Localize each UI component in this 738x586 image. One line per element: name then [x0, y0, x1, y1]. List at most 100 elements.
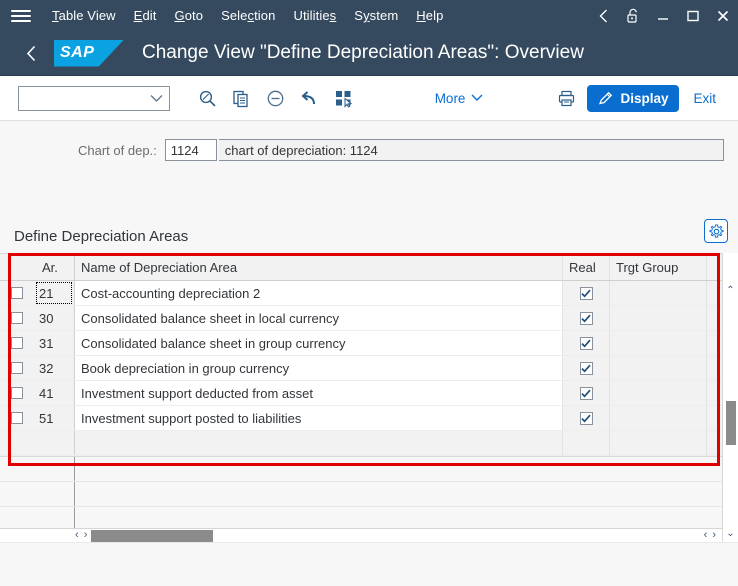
gear-icon[interactable]	[704, 219, 728, 243]
column-header-real[interactable]: Real	[562, 254, 609, 280]
cell-name[interactable]: Consolidated balance sheet in local curr…	[74, 306, 562, 330]
cell-ar[interactable]: 51	[34, 406, 74, 430]
cell-real-checkbox[interactable]	[562, 356, 609, 380]
cell-pad	[706, 381, 722, 405]
cell-name[interactable]: Investment support deducted from asset	[74, 381, 562, 405]
checkbox-unchecked-icon	[10, 412, 23, 424]
printer-icon[interactable]	[549, 83, 583, 113]
cell-name[interactable]: Consolidated balance sheet in group curr…	[74, 331, 562, 355]
undo-icon[interactable]	[292, 83, 326, 113]
cell-ar[interactable]	[34, 431, 74, 455]
table-row[interactable]: 31 Consolidated balance sheet in group cu…	[0, 331, 722, 356]
unlock-icon[interactable]	[618, 1, 648, 31]
cell-trgt-group[interactable]	[609, 431, 706, 455]
column-header-trgt-group[interactable]: Trgt Group	[609, 254, 706, 280]
vertical-scroll-thumb[interactable]	[726, 401, 736, 445]
menu-item-goto[interactable]: Goto	[165, 4, 212, 27]
cell-name[interactable]: Cost-accounting depreciation 2	[74, 281, 562, 305]
cell-name[interactable]: Investment support posted to liabilities	[74, 406, 562, 430]
table-row[interactable]: 51 Investment support posted to liabiliti…	[0, 406, 722, 431]
cell-pad	[706, 431, 722, 455]
cell-trgt-group[interactable]	[609, 331, 706, 355]
cell-ar[interactable]: 21	[34, 281, 74, 305]
exit-button[interactable]: Exit	[685, 87, 724, 110]
menu-item-utilities[interactable]: Utilities	[284, 4, 345, 27]
select-layout-icon[interactable]	[326, 83, 360, 113]
table-row[interactable]: 30 Consolidated balance sheet in local cu…	[0, 306, 722, 331]
cell-ar[interactable]: 41	[34, 381, 74, 405]
horizontal-scrollbar[interactable]: ‹ › ‹ ›	[0, 528, 722, 542]
checkbox-checked-icon	[579, 361, 593, 375]
column-header-ar[interactable]: Ar.	[34, 254, 74, 280]
command-field[interactable]	[18, 85, 170, 111]
cell-ar[interactable]: 32	[34, 356, 74, 380]
row-select-checkbox[interactable]	[0, 406, 34, 430]
column-header-pad	[706, 254, 722, 280]
close-button[interactable]	[708, 1, 738, 31]
menu-item-table-view[interactable]: Table View	[43, 4, 125, 27]
row-select-checkbox[interactable]	[0, 431, 34, 455]
column-header-name[interactable]: Name of Depreciation Area	[74, 254, 562, 280]
table-row[interactable]: 21 Cost-accounting depreciation 2	[0, 281, 722, 306]
row-select-checkbox[interactable]	[0, 381, 34, 405]
cell-real-checkbox[interactable]	[562, 406, 609, 430]
scroll-left-arrows[interactable]: ‹ ›	[72, 530, 91, 541]
copy-icon[interactable]	[224, 83, 258, 113]
checkbox-checked-icon	[579, 311, 593, 325]
cell-real-checkbox[interactable]	[562, 431, 609, 455]
sap-logo-text: SAP	[60, 44, 95, 61]
maximize-button[interactable]	[678, 1, 708, 31]
cell-real-checkbox[interactable]	[562, 381, 609, 405]
cell-pad	[706, 356, 722, 380]
cell-real-checkbox[interactable]	[562, 306, 609, 330]
section-title: Define Depreciation Areas	[14, 228, 189, 245]
scroll-down-arrow[interactable]: ⌄	[723, 526, 738, 540]
cell-trgt-group[interactable]	[609, 381, 706, 405]
cell-name[interactable]: Book depreciation in group currency	[74, 356, 562, 380]
menu-item-system[interactable]: System	[345, 4, 407, 27]
checkbox-unchecked-icon	[10, 362, 23, 374]
display-button[interactable]: Display	[587, 84, 680, 112]
delete-icon[interactable]	[258, 83, 292, 113]
table-row[interactable]: 41 Investment support deducted from asset	[0, 381, 722, 406]
cell-name[interactable]	[74, 431, 562, 455]
row-select-checkbox[interactable]	[0, 331, 34, 355]
more-menu-button[interactable]: More	[429, 87, 490, 110]
scroll-right-arrows[interactable]: ‹ ›	[701, 530, 720, 541]
row-select-checkbox[interactable]	[0, 281, 34, 305]
minimize-button[interactable]	[648, 1, 678, 31]
back-button[interactable]	[18, 40, 44, 66]
table-row[interactable]: 32 Book depreciation in group currency	[0, 356, 722, 381]
page-title: Change View "Define Depreciation Areas":…	[142, 42, 584, 63]
cell-trgt-group[interactable]	[609, 306, 706, 330]
cell-real-checkbox[interactable]	[562, 281, 609, 305]
table-header-row: Ar. Name of Depreciation Area Real Trgt …	[0, 254, 722, 281]
menu-item-edit[interactable]: Edit	[125, 4, 166, 27]
menu-bar: Table View Edit Goto Selection Utilities…	[0, 0, 738, 31]
table-empty-row[interactable]	[0, 431, 722, 456]
horizontal-scroll-track[interactable]	[91, 529, 700, 543]
menu-item-selection[interactable]: Selection	[212, 4, 284, 27]
menu-item-help[interactable]: Help	[407, 4, 452, 27]
table-body: 21 Cost-accounting depreciation 2 30 Consol…	[0, 281, 722, 456]
scroll-up-arrow[interactable]: ⌃	[723, 283, 738, 297]
menu-icon[interactable]	[9, 7, 33, 25]
horizontal-scroll-thumb[interactable]	[91, 529, 214, 542]
cell-trgt-group[interactable]	[609, 356, 706, 380]
cell-trgt-group[interactable]	[609, 406, 706, 430]
footer-strip	[0, 542, 738, 586]
chart-of-depreciation-input[interactable]: 1124	[164, 139, 217, 161]
back-navigation-icon[interactable]	[588, 1, 618, 31]
cell-trgt-group[interactable]	[609, 281, 706, 305]
row-select-checkbox[interactable]	[0, 306, 34, 330]
cell-ar[interactable]: 31	[34, 331, 74, 355]
row-select-checkbox[interactable]	[0, 356, 34, 380]
cell-real-checkbox[interactable]	[562, 331, 609, 355]
checkbox-unchecked-icon	[10, 337, 23, 349]
cell-ar[interactable]: 30	[34, 306, 74, 330]
vertical-scrollbar[interactable]: ⌃ ⌄	[722, 253, 738, 542]
search-icon[interactable]	[190, 83, 224, 113]
checkbox-unchecked-icon	[10, 387, 23, 399]
depreciation-areas-table: Ar. Name of Depreciation Area Real Trgt …	[0, 253, 722, 457]
display-button-label: Display	[620, 90, 669, 106]
